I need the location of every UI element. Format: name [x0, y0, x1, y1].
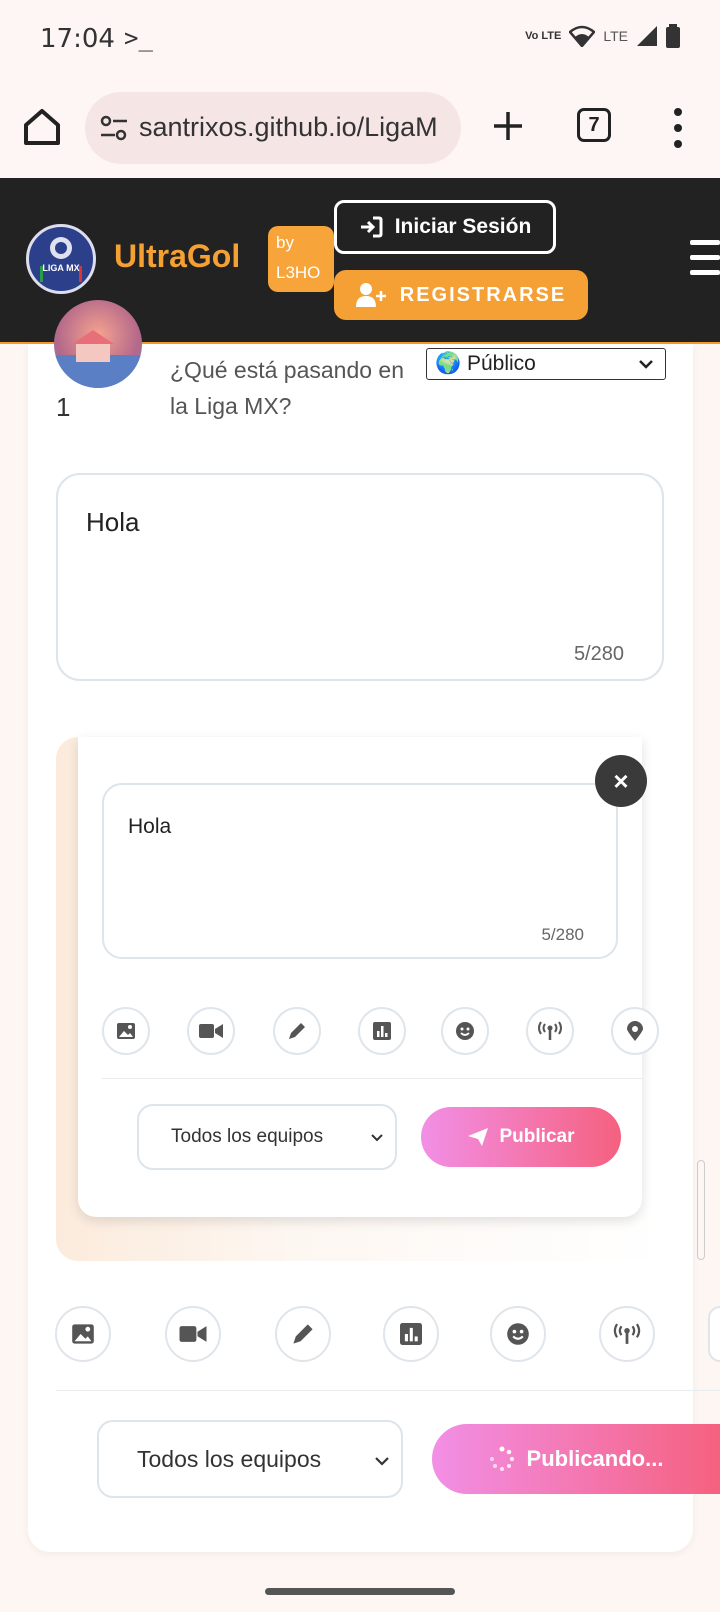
- volte-indicator: Vo LTE: [525, 30, 562, 42]
- preview-team-select[interactable]: Todos los equipos: [137, 1104, 397, 1170]
- address-bar[interactable]: santrixos.github.io/LigaM: [85, 92, 461, 164]
- emoji-icon[interactable]: [490, 1306, 546, 1362]
- location-icon[interactable]: [611, 1007, 659, 1055]
- home-icon[interactable]: [20, 105, 64, 149]
- live-icon[interactable]: [599, 1306, 655, 1362]
- composer-prompt: ¿Qué está pasando en la Liga MX?: [170, 357, 404, 419]
- visibility-value: 🌍 Público: [435, 352, 536, 375]
- chevron-down-icon: [375, 1457, 389, 1466]
- chevron-down-icon: [639, 360, 653, 369]
- brand-title[interactable]: UltraGol: [114, 238, 240, 275]
- main-divider: [56, 1390, 720, 1391]
- send-icon: [467, 1128, 488, 1146]
- new-tab-icon[interactable]: [488, 106, 528, 146]
- wifi-icon: [569, 25, 596, 47]
- register-button[interactable]: REGISTRARSE: [334, 270, 588, 320]
- lte-indicator: LTE: [603, 28, 628, 44]
- video-icon[interactable]: [187, 1007, 235, 1055]
- sign-in-icon: [360, 216, 383, 238]
- register-label: REGISTRARSE: [399, 283, 567, 306]
- post-textarea[interactable]: Hola 5/280: [56, 473, 664, 681]
- battery-icon: [666, 24, 680, 48]
- preview-team-value: Todos los equipos: [171, 1126, 324, 1147]
- chevron-down-icon: [371, 1134, 383, 1142]
- user-avatar[interactable]: [54, 300, 142, 388]
- hamburger-menu-icon[interactable]: [690, 240, 720, 276]
- liga-mx-logo[interactable]: LIGA MX: [26, 224, 96, 294]
- signal-icon: [637, 26, 657, 46]
- image-icon[interactable]: [55, 1306, 111, 1362]
- poll-icon[interactable]: [383, 1306, 439, 1362]
- url-text: santrixos.github.io/LigaM: [139, 112, 438, 142]
- logo-text: LIGA MX: [42, 263, 80, 273]
- preview-publish-label: Publicar: [499, 1126, 575, 1147]
- crest-icon: [40, 237, 82, 282]
- visibility-select[interactable]: 🌍 Público: [426, 348, 666, 380]
- team-value: Todos los equipos: [137, 1445, 322, 1472]
- preview-textarea[interactable]: Hola 5/280: [102, 783, 618, 959]
- tab-switcher-button[interactable]: 7: [577, 108, 611, 142]
- avatar-image: [54, 330, 142, 388]
- status-icons: Vo LTE LTE: [525, 24, 680, 48]
- live-icon[interactable]: [526, 1007, 574, 1055]
- char-counter: 5/280: [573, 643, 624, 665]
- preview-char-counter: 5/280: [541, 925, 584, 944]
- login-label: Iniciar Sesión: [394, 215, 532, 238]
- location-icon[interactable]: [708, 1306, 720, 1362]
- scrollbar[interactable]: [697, 1160, 705, 1260]
- terminal-icon: >_: [124, 24, 153, 52]
- preview-text: Hola: [128, 815, 172, 838]
- poll-icon[interactable]: [358, 1007, 406, 1055]
- preview-divider: [102, 1078, 642, 1079]
- spinner-icon: [489, 1446, 514, 1471]
- close-preview-button[interactable]: ×: [595, 755, 647, 807]
- team-select[interactable]: Todos los equipos: [97, 1420, 403, 1498]
- publish-label: Publicando...: [526, 1446, 664, 1471]
- author-label: L3HO: [276, 263, 321, 282]
- browser-toolbar: santrixos.github.io/LigaM 7: [0, 80, 720, 178]
- emoji-icon[interactable]: [441, 1007, 489, 1055]
- more-menu-icon[interactable]: [672, 106, 684, 150]
- user-plus-icon: [355, 283, 386, 307]
- gesture-handle[interactable]: [265, 1588, 455, 1595]
- by-label: by: [276, 233, 294, 252]
- status-time: 17:04: [40, 24, 115, 54]
- status-bar: 17:04 >_ Vo LTE LTE: [0, 0, 720, 80]
- publish-button[interactable]: Publicando...: [432, 1424, 720, 1494]
- avatar-count: 1: [56, 392, 71, 422]
- site-settings-icon[interactable]: [99, 114, 129, 142]
- login-button[interactable]: Iniciar Sesión: [334, 200, 556, 254]
- author-badge: by L3HO: [268, 226, 334, 292]
- video-icon[interactable]: [165, 1306, 221, 1362]
- pencil-icon[interactable]: [273, 1007, 321, 1055]
- image-icon[interactable]: [102, 1007, 150, 1055]
- pencil-icon[interactable]: [275, 1306, 331, 1362]
- post-text: Hola: [86, 507, 140, 537]
- preview-publish-button[interactable]: Publicar: [421, 1107, 621, 1167]
